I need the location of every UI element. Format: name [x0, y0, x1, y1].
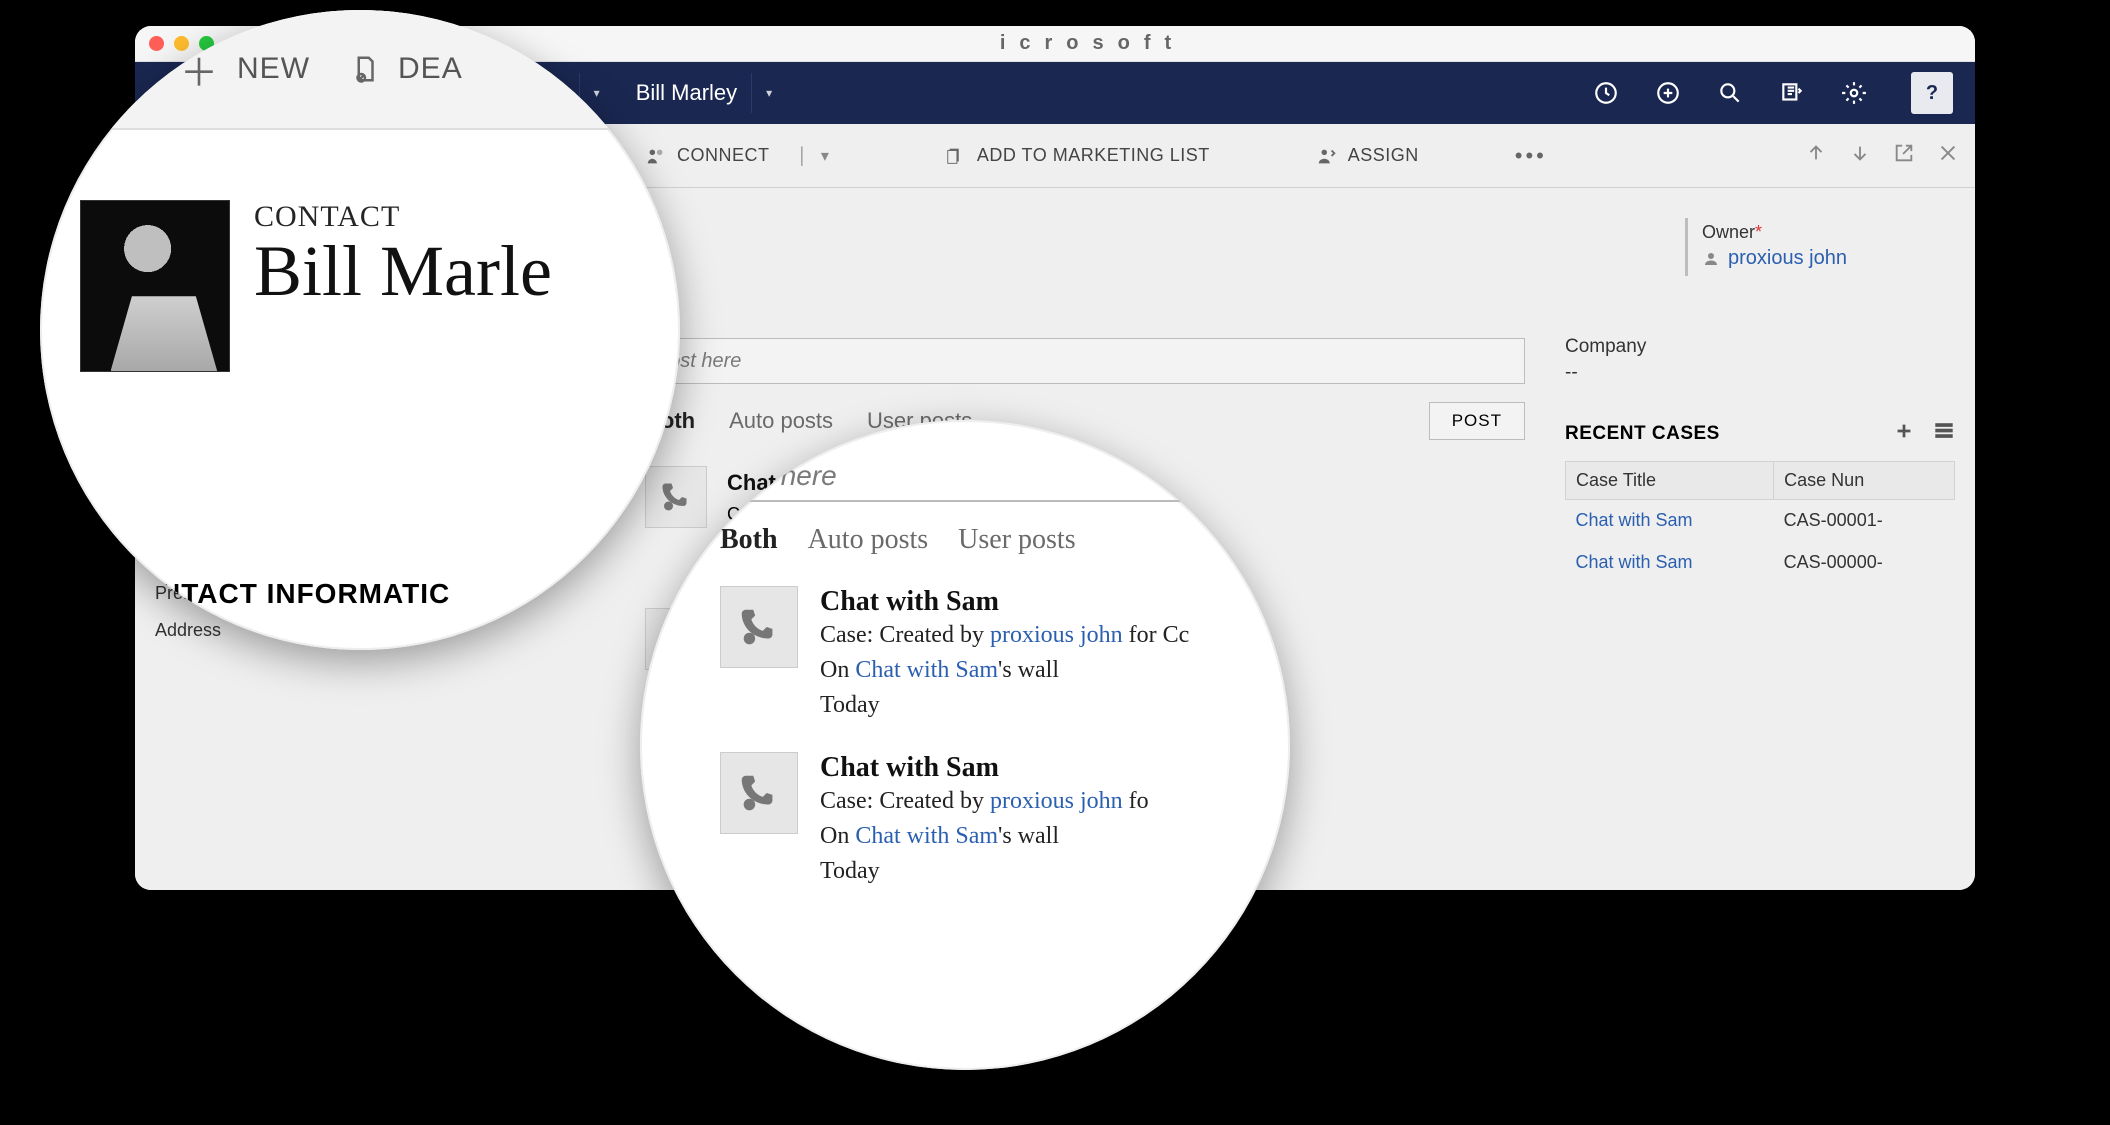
more-commands-button[interactable]: •••	[1515, 143, 1547, 169]
case-number-cell: CAS-00001-	[1774, 500, 1955, 542]
cmd-label: ASSIGN	[1348, 145, 1419, 166]
assign-button[interactable]: ASSIGN	[1306, 139, 1429, 173]
feed-time-zoom: Today	[820, 688, 1189, 723]
add-icon[interactable]	[1653, 78, 1683, 108]
tab-user-posts-zoom[interactable]: User posts	[958, 524, 1075, 556]
deactivate-button[interactable]: DEA	[350, 52, 463, 86]
recent-cases-table: Case Title Case Nun Chat with SamCAS-000…	[1565, 461, 1955, 584]
cases-col-number[interactable]: Case Nun	[1774, 462, 1955, 500]
feed-wall-link[interactable]: Chat with Sam	[855, 657, 998, 683]
connect-dropdown[interactable]: │ ▾	[798, 146, 829, 166]
recent-icon[interactable]	[1591, 78, 1621, 108]
phone-case-icon	[720, 752, 798, 834]
search-icon[interactable]	[1715, 78, 1745, 108]
feed-time-zoom: Today	[820, 854, 1149, 889]
feed-author-link[interactable]: proxious john	[990, 622, 1123, 648]
feed-line-zoom: Case: Created by proxious john for Cc	[820, 618, 1189, 653]
right-pane: Owner* proxious john Company -- RECENT C…	[1555, 188, 1975, 890]
case-row[interactable]: Chat with SamCAS-00001-	[1566, 500, 1955, 542]
post-button[interactable]: POST	[1429, 402, 1525, 440]
owner-value[interactable]: proxious john	[1702, 247, 1955, 270]
company-label: Company	[1565, 336, 1955, 358]
cmd-label: CONNECT	[677, 145, 770, 166]
feed-author-link[interactable]: proxious john	[990, 788, 1123, 814]
cases-col-title[interactable]: Case Title	[1566, 462, 1774, 500]
owner-label: Owner	[1702, 222, 1755, 242]
plus-icon: ＋	[180, 42, 219, 97]
magnifier-contact-header: ＋ NEW DEA CONTACT Bill Marle NTACT INFOR…	[40, 10, 680, 650]
case-number-cell: CAS-00000-	[1774, 542, 1955, 584]
record-type-label: CONTACT	[254, 200, 552, 234]
company-value: --	[1565, 362, 1955, 384]
tab-both-zoom[interactable]: Both	[720, 524, 778, 556]
feed-wall-link[interactable]: Chat with Sam	[855, 823, 998, 849]
recent-cases-heading: RECENT CASES	[1565, 423, 1720, 445]
add-marketing-button[interactable]: ADD TO MARKETING LIST	[935, 139, 1220, 173]
feed-title-zoom[interactable]: Chat with Sam	[820, 752, 1149, 784]
chevron-down-icon[interactable]: ▾	[766, 86, 772, 100]
section-heading-fragment: NTACT INFORMATIC	[160, 578, 450, 610]
popout-icon[interactable]	[1893, 142, 1915, 169]
case-row[interactable]: Chat with SamCAS-00000-	[1566, 542, 1955, 584]
add-case-icon[interactable]	[1893, 420, 1915, 447]
contact-name: Bill Marle	[254, 234, 552, 310]
feed-item-zoom: Chat with Sam Case: Created by proxious …	[720, 586, 1290, 722]
new-button[interactable]: ＋ NEW	[180, 42, 310, 97]
advanced-find-icon[interactable]	[1777, 78, 1807, 108]
phone-case-icon	[720, 586, 798, 668]
owner-field: Owner* proxious john	[1685, 218, 1955, 276]
feed-line-zoom: Case: Created by proxious john fo	[820, 784, 1149, 819]
nav-down-icon[interactable]	[1849, 142, 1871, 169]
feed-item-zoom: Chat with Sam Case: Created by proxious …	[720, 752, 1290, 888]
contact-avatar	[80, 200, 230, 372]
tab-auto-posts-zoom[interactable]: Auto posts	[808, 524, 929, 556]
case-title-cell[interactable]: Chat with Sam	[1566, 500, 1774, 542]
cmd-label: ADD TO MARKETING LIST	[977, 145, 1210, 166]
gear-icon[interactable]	[1839, 78, 1869, 108]
feed-title-zoom[interactable]: Chat with Sam	[820, 586, 1189, 618]
cases-grid-icon[interactable]	[1933, 420, 1955, 447]
magnifier-activity-feed: post here Both Auto posts User posts Cha…	[640, 420, 1290, 1070]
case-title-cell[interactable]: Chat with Sam	[1566, 542, 1774, 584]
company-field: Company --	[1565, 336, 1955, 384]
help-button[interactable]: ?	[1911, 72, 1953, 114]
feed-line-zoom: On Chat with Sam's wall	[820, 819, 1149, 854]
feed-line-zoom: On Chat with Sam's wall	[820, 653, 1189, 688]
close-icon[interactable]	[1937, 142, 1959, 169]
post-input-zoom[interactable]: post here	[720, 460, 1230, 502]
post-input[interactable]: post here	[645, 338, 1525, 384]
nav-up-icon[interactable]	[1805, 142, 1827, 169]
